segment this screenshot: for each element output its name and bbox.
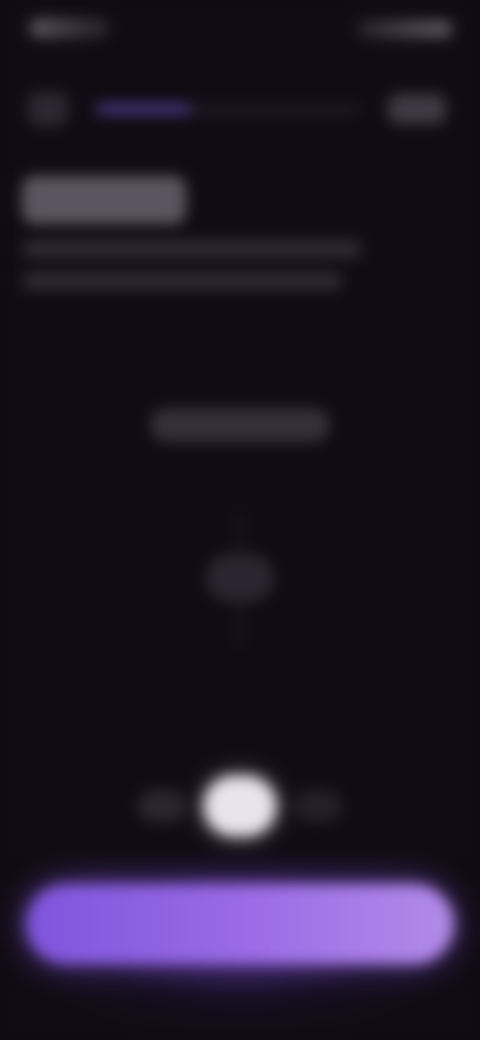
back-button[interactable] bbox=[28, 92, 68, 126]
page-description-line bbox=[22, 240, 362, 258]
top-bar bbox=[0, 82, 480, 136]
skip-button[interactable] bbox=[388, 94, 446, 124]
progress-bar bbox=[96, 104, 360, 114]
status-time bbox=[30, 18, 110, 38]
picker-handle[interactable] bbox=[206, 554, 274, 602]
progress-fill bbox=[96, 104, 192, 114]
page-title bbox=[22, 176, 186, 224]
option-left[interactable] bbox=[138, 790, 186, 822]
status-bar bbox=[0, 0, 480, 56]
status-icons bbox=[356, 20, 452, 38]
title-block bbox=[22, 176, 402, 304]
option-selected[interactable] bbox=[204, 776, 276, 836]
page-description-line bbox=[22, 272, 342, 290]
value-picker[interactable] bbox=[184, 508, 296, 648]
continue-button[interactable] bbox=[26, 884, 454, 964]
option-right[interactable] bbox=[294, 790, 342, 822]
onboarding-screen bbox=[0, 0, 480, 1040]
value-label bbox=[150, 408, 330, 442]
option-selector bbox=[120, 768, 360, 844]
